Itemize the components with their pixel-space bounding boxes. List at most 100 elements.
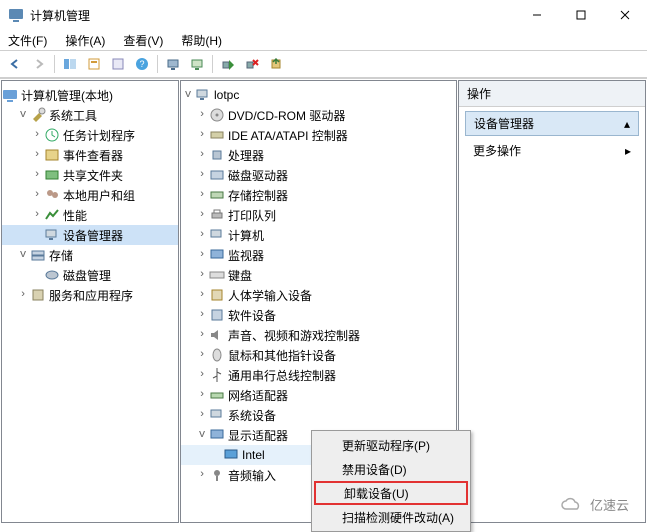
expander-icon[interactable]: › xyxy=(30,189,44,201)
expander-icon[interactable]: › xyxy=(30,149,44,161)
expander-icon[interactable]: › xyxy=(195,209,209,221)
device-category[interactable]: ›磁盘驱动器 xyxy=(181,165,456,185)
export-button[interactable] xyxy=(107,53,129,75)
device-category[interactable]: ›软件设备 xyxy=(181,305,456,325)
properties-button[interactable] xyxy=(83,53,105,75)
device-view-button[interactable] xyxy=(162,53,184,75)
device-category[interactable]: ›DVD/CD-ROM 驱动器 xyxy=(181,105,456,125)
expander-icon[interactable]: › xyxy=(30,209,44,221)
forward-button[interactable] xyxy=(28,53,50,75)
expander-icon[interactable]: › xyxy=(195,469,209,481)
scan-hardware-button[interactable] xyxy=(186,53,208,75)
update-driver-button[interactable] xyxy=(265,53,287,75)
device-category[interactable]: ›人体学输入设备 xyxy=(181,285,456,305)
watermark-text: 亿速云 xyxy=(590,495,629,514)
device-category[interactable]: › 声音、视频和游戏控制器 xyxy=(181,325,456,345)
help-button[interactable]: ? xyxy=(131,53,153,75)
scope-services-apps[interactable]: › 服务和应用程序 xyxy=(2,285,178,305)
ctx-disable-device[interactable]: 禁用设备(D) xyxy=(314,457,468,481)
expander-icon[interactable]: › xyxy=(195,389,209,401)
enable-device-button[interactable] xyxy=(217,53,239,75)
expander-icon[interactable]: › xyxy=(195,109,209,121)
device-category[interactable]: ›监视器 xyxy=(181,245,456,265)
device-category[interactable]: ›网络适配器 xyxy=(181,385,456,405)
ctx-scan-hardware[interactable]: 扫描检测硬件改动(A) xyxy=(314,505,468,529)
ctx-update-driver[interactable]: 更新驱动程序(P) xyxy=(314,433,468,457)
actions-more[interactable]: 更多操作 ▸ xyxy=(459,136,645,165)
scope-label: 服务和应用程序 xyxy=(49,287,133,304)
expander-icon[interactable]: › xyxy=(195,409,209,421)
expander-icon[interactable]: › xyxy=(30,129,44,141)
device-category[interactable]: ›系统设备 xyxy=(181,405,456,425)
scope-tree[interactable]: 计算机管理(本地) v 系统工具 ›任务计划程序 ›事件查看器 ›共享文件夹 ›… xyxy=(1,80,179,523)
expander-icon[interactable]: › xyxy=(195,149,209,161)
event-icon xyxy=(44,147,60,163)
device-root-label: lotpc xyxy=(214,88,239,102)
scope-device-manager[interactable]: 设备管理器 xyxy=(2,225,178,245)
printer-icon xyxy=(209,207,225,223)
expander-icon[interactable]: › xyxy=(195,229,209,241)
expander-icon[interactable]: › xyxy=(195,329,209,341)
dvd-icon xyxy=(209,107,225,123)
device-root[interactable]: v lotpc xyxy=(181,85,456,105)
device-label: 打印队列 xyxy=(228,207,276,224)
expander-icon[interactable]: › xyxy=(195,189,209,201)
scope-shared-folders[interactable]: ›共享文件夹 xyxy=(2,165,178,185)
gpu-icon xyxy=(223,447,239,463)
expander-icon[interactable]: › xyxy=(195,349,209,361)
device-category[interactable]: ›IDE ATA/ATAPI 控制器 xyxy=(181,125,456,145)
menu-help[interactable]: 帮助(H) xyxy=(177,32,226,49)
expander-icon[interactable]: › xyxy=(195,249,209,261)
device-label: 鼠标和其他指针设备 xyxy=(228,347,336,364)
close-button[interactable] xyxy=(603,0,647,30)
scope-task-scheduler[interactable]: ›任务计划程序 xyxy=(2,125,178,145)
device-category[interactable]: ›通用串行总线控制器 xyxy=(181,365,456,385)
expander-icon[interactable]: v xyxy=(16,109,30,121)
menu-action[interactable]: 操作(A) xyxy=(61,32,109,49)
expander-icon[interactable]: › xyxy=(195,289,209,301)
toolbar-separator xyxy=(157,55,158,73)
scope-event-viewer[interactable]: ›事件查看器 xyxy=(2,145,178,165)
maximize-button[interactable] xyxy=(559,0,603,30)
mouse-icon xyxy=(209,347,225,363)
scope-label: 系统工具 xyxy=(49,107,97,124)
device-category[interactable]: ›存储控制器 xyxy=(181,185,456,205)
ctx-uninstall-device[interactable]: 卸载设备(U) xyxy=(314,481,468,505)
expander-icon[interactable]: › xyxy=(195,269,209,281)
scope-storage[interactable]: v存储 xyxy=(2,245,178,265)
scope-root[interactable]: 计算机管理(本地) xyxy=(2,85,178,105)
show-hide-tree-button[interactable] xyxy=(59,53,81,75)
expander-icon[interactable]: › xyxy=(30,169,44,181)
uninstall-device-button[interactable] xyxy=(241,53,263,75)
device-category[interactable]: ›计算机 xyxy=(181,225,456,245)
watermark: 亿速云 xyxy=(560,495,629,514)
expander-icon[interactable]: v xyxy=(181,89,195,101)
toolbar-separator xyxy=(54,55,55,73)
device-category[interactable]: › 打印队列 xyxy=(181,205,456,225)
device-label: 声音、视频和游戏控制器 xyxy=(228,327,360,344)
actions-section[interactable]: 设备管理器 ▴ xyxy=(465,111,639,136)
scope-disk-management[interactable]: 磁盘管理 xyxy=(2,265,178,285)
expander-icon[interactable]: › xyxy=(195,309,209,321)
menu-view[interactable]: 查看(V) xyxy=(119,32,167,49)
expander-icon[interactable]: › xyxy=(195,129,209,141)
software-device-icon xyxy=(209,307,225,323)
menu-file[interactable]: 文件(F) xyxy=(4,32,51,49)
monitor-icon xyxy=(209,247,225,263)
device-category[interactable]: ›处理器 xyxy=(181,145,456,165)
expander-icon[interactable]: › xyxy=(195,169,209,181)
scope-local-users[interactable]: ›本地用户和组 xyxy=(2,185,178,205)
device-category[interactable]: › 鼠标和其他指针设备 xyxy=(181,345,456,365)
expander-icon[interactable]: › xyxy=(16,289,30,301)
device-label: Intel xyxy=(242,448,265,462)
expander-icon[interactable]: › xyxy=(195,369,209,381)
computer-management-icon xyxy=(2,87,18,103)
share-icon xyxy=(44,167,60,183)
expander-icon[interactable]: v xyxy=(16,249,30,261)
back-button[interactable] xyxy=(4,53,26,75)
scope-performance[interactable]: ›性能 xyxy=(2,205,178,225)
minimize-button[interactable] xyxy=(515,0,559,30)
expander-icon[interactable]: v xyxy=(195,429,209,441)
scope-system-tools[interactable]: v 系统工具 xyxy=(2,105,178,125)
device-category[interactable]: ›键盘 xyxy=(181,265,456,285)
